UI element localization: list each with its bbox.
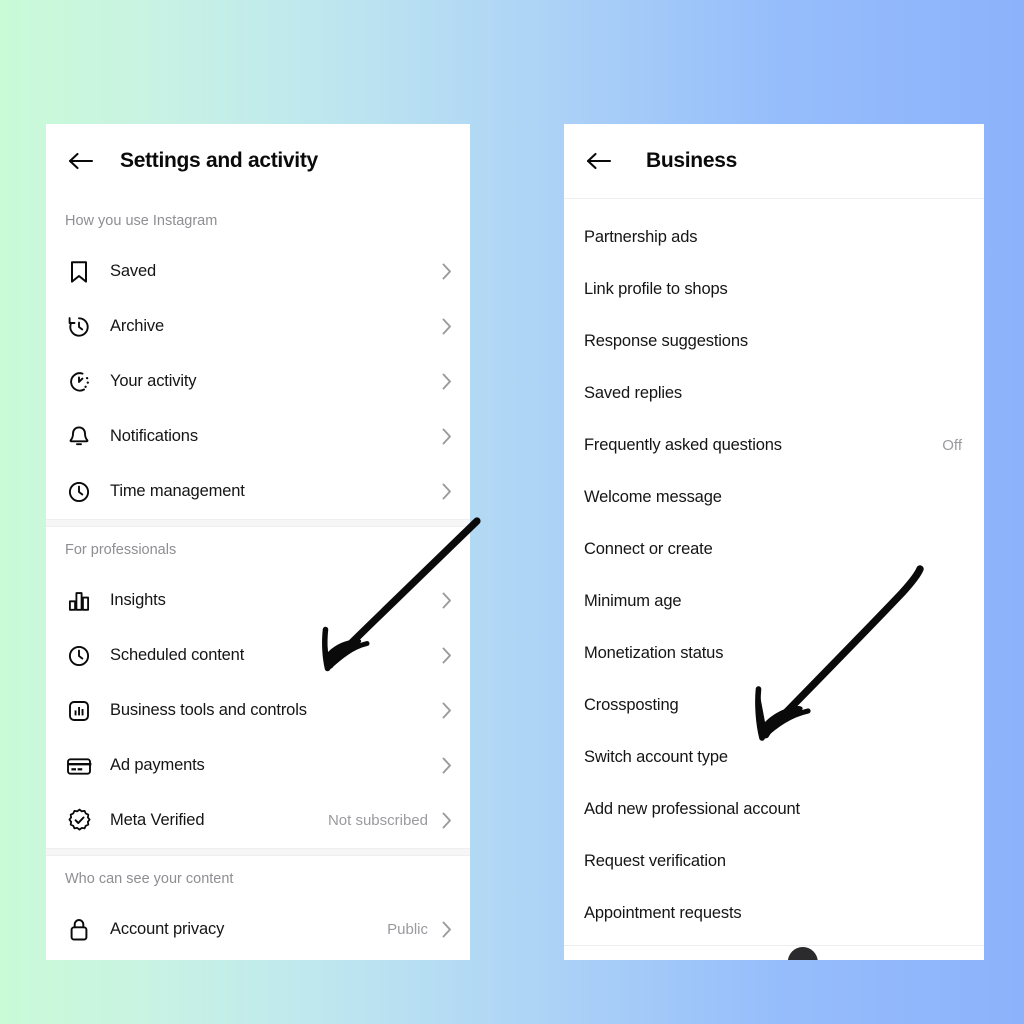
list-item-label: Appointment requests	[584, 903, 742, 922]
sidebar-item-label: Time management	[110, 482, 245, 500]
page-title: Business	[646, 149, 737, 172]
section-divider	[46, 519, 470, 527]
list-item-saved-replies[interactable]: Saved replies	[564, 367, 984, 419]
settings-and-activity-panel: Settings and activity How you use Instag…	[46, 124, 470, 960]
sidebar-item-label: Archive	[110, 317, 164, 335]
list-item-crossposting[interactable]: Crossposting	[564, 679, 984, 731]
list-item-label: Link profile to shops	[584, 279, 728, 298]
clock-icon	[65, 642, 93, 670]
bell-icon	[65, 423, 93, 451]
business-settings-panel: Business Partnership ads Link profile to…	[564, 124, 984, 960]
bar-chart-icon	[65, 587, 93, 615]
sidebar-item-your-activity[interactable]: Your activity	[46, 354, 470, 409]
list-item-monetization-status[interactable]: Monetization status	[564, 627, 984, 679]
right-panel-header: Business	[564, 124, 984, 198]
chevron-right-icon	[441, 428, 452, 446]
list-item-label: Add new professional account	[584, 799, 800, 818]
chevron-right-icon	[441, 263, 452, 281]
sidebar-item-label: Scheduled content	[110, 646, 245, 664]
sidebar-item-scheduled-content[interactable]: Scheduled content	[46, 628, 470, 683]
sidebar-item-label: Your activity	[110, 372, 197, 390]
chart-in-square-icon	[65, 697, 93, 725]
status-badge: Off	[942, 436, 962, 454]
left-panel-header: Settings and activity	[46, 124, 470, 198]
list-item-label: Partnership ads	[584, 227, 698, 246]
back-arrow-icon[interactable]	[64, 144, 98, 178]
archive-clock-icon	[65, 313, 93, 341]
sidebar-item-label: Business tools and controls	[110, 701, 307, 719]
bookmark-icon	[65, 258, 93, 286]
chevron-right-icon	[441, 647, 452, 665]
clock-icon	[65, 478, 93, 506]
sidebar-item-label: Ad payments	[110, 756, 205, 774]
sidebar-item-insights[interactable]: Insights	[46, 573, 470, 628]
chevron-right-icon	[441, 592, 452, 610]
list-item-frequently-asked-questions[interactable]: Frequently asked questions Off	[564, 419, 984, 471]
sidebar-item-notifications[interactable]: Notifications	[46, 409, 470, 464]
chevron-right-icon	[441, 757, 452, 775]
sidebar-item-meta-verified[interactable]: Meta Verified Not subscribed	[46, 793, 470, 848]
list-item-connect-or-create[interactable]: Connect or create	[564, 523, 984, 575]
sidebar-item-archive[interactable]: Archive	[46, 299, 470, 354]
list-item-label: Connect or create	[584, 539, 713, 558]
list-item-label: Request verification	[584, 851, 726, 870]
bottom-divider	[564, 945, 984, 946]
list-item-response-suggestions[interactable]: Response suggestions	[564, 315, 984, 367]
chevron-right-icon	[441, 483, 452, 501]
credit-card-icon	[65, 752, 93, 780]
list-item-label: Monetization status	[584, 643, 724, 662]
chevron-right-icon	[441, 702, 452, 720]
list-item-appointment-requests[interactable]: Appointment requests	[564, 887, 984, 939]
list-item-switch-account-type[interactable]: Switch account type	[564, 731, 984, 783]
status-badge: Not subscribed	[327, 812, 428, 829]
back-arrow-icon[interactable]	[582, 144, 616, 178]
business-settings-list: Partnership ads Link profile to shops Re…	[564, 199, 984, 939]
list-item-add-new-professional-account[interactable]: Add new professional account	[564, 783, 984, 835]
list-item-label: Welcome message	[584, 487, 722, 506]
sidebar-item-label: Notifications	[110, 427, 198, 445]
sidebar-item-label: Meta Verified	[110, 811, 205, 829]
sidebar-item-label: Insights	[110, 591, 166, 609]
sidebar-item-label: Saved	[110, 262, 157, 280]
chevron-right-icon	[441, 921, 452, 939]
list-item-link-profile-to-shops[interactable]: Link profile to shops	[564, 263, 984, 315]
sidebar-item-label: Account privacy	[110, 920, 225, 938]
list-item-label: Saved replies	[584, 383, 683, 402]
list-item-label: Frequently asked questions	[584, 435, 782, 454]
chevron-right-icon	[441, 812, 452, 830]
activity-clock-icon	[65, 368, 93, 396]
list-item-label: Response suggestions	[584, 331, 748, 350]
sidebar-item-business-tools-and-controls[interactable]: Business tools and controls	[46, 683, 470, 738]
home-indicator-nub	[787, 947, 818, 960]
sidebar-item-saved[interactable]: Saved	[46, 244, 470, 299]
list-item-label: Switch account type	[584, 747, 728, 766]
list-item-welcome-message[interactable]: Welcome message	[564, 471, 984, 523]
list-item-request-verification[interactable]: Request verification	[564, 835, 984, 887]
lock-icon	[65, 916, 93, 944]
chevron-right-icon	[441, 373, 452, 391]
list-item-partnership-ads[interactable]: Partnership ads	[564, 211, 984, 263]
section-label-who-can-see-your-content: Who can see your content	[65, 871, 234, 887]
sidebar-item-ad-payments[interactable]: Ad payments	[46, 738, 470, 793]
sidebar-item-time-management[interactable]: Time management	[46, 464, 470, 519]
list-item-minimum-age[interactable]: Minimum age	[564, 575, 984, 627]
chevron-right-icon	[441, 318, 452, 336]
sidebar-item-account-privacy[interactable]: Account privacy Public	[46, 902, 470, 957]
section-label-how-you-use-instagram: How you use Instagram	[65, 213, 218, 229]
list-item-label: Minimum age	[584, 591, 682, 610]
section-label-for-professionals: For professionals	[65, 542, 177, 558]
verified-badge-icon	[65, 807, 93, 835]
section-divider	[46, 848, 470, 856]
page-title: Settings and activity	[120, 149, 318, 172]
status-badge: Public	[387, 921, 428, 938]
list-item-label: Crossposting	[584, 695, 679, 714]
